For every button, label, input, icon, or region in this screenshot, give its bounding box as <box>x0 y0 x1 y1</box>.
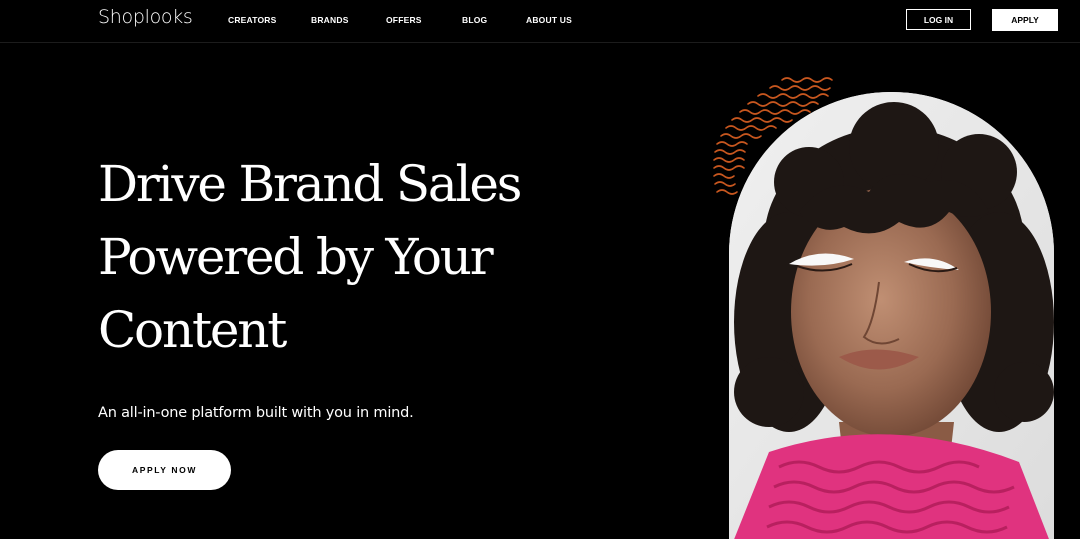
nav-about-us[interactable]: ABOUT US <box>526 15 572 25</box>
apply-now-button[interactable]: APPLY NOW <box>98 450 231 490</box>
nav-brands[interactable]: BRANDS <box>311 15 349 25</box>
hero-title-line-1: Drive Brand Sales <box>98 155 522 213</box>
page: Shoplooks CREATORS BRANDS OFFERS BLOG AB… <box>0 0 1080 539</box>
nav-offers[interactable]: OFFERS <box>386 15 422 25</box>
login-button[interactable]: LOG IN <box>906 9 971 30</box>
model-portrait-photo <box>729 92 1054 539</box>
hero-title: Drive Brand Sales Powered by Your Conten… <box>98 148 618 367</box>
hero-title-line-2: Powered by Your <box>98 228 494 286</box>
nav-creators[interactable]: CREATORS <box>228 15 277 25</box>
shoplooks-logo[interactable]: Shoplooks <box>98 6 193 28</box>
site-header: Shoplooks CREATORS BRANDS OFFERS BLOG AB… <box>0 0 1080 43</box>
apply-button[interactable]: APPLY <box>992 9 1058 31</box>
hero-subtitle: An all-in-one platform built with you in… <box>98 405 414 421</box>
hero-title-line-3: Content <box>98 301 287 359</box>
nav-blog[interactable]: BLOG <box>462 15 487 25</box>
